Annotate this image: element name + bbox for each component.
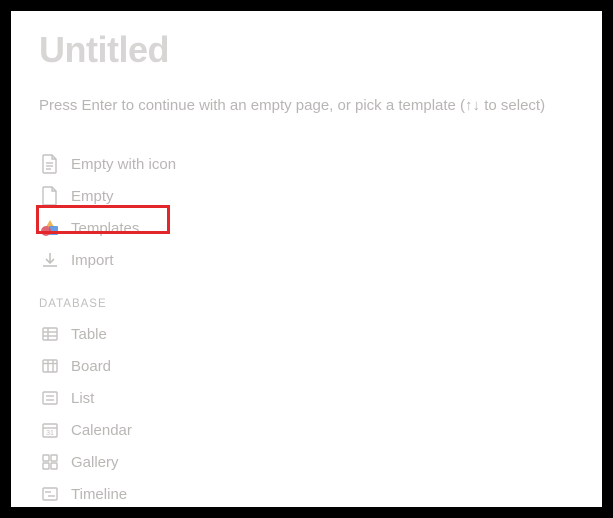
board-icon [39, 355, 61, 377]
page-icon [39, 185, 61, 207]
table-icon [39, 323, 61, 345]
page-frame: Untitled Press Enter to continue with an… [11, 11, 602, 507]
gallery-icon [39, 451, 61, 473]
database-table[interactable]: Table [39, 318, 574, 350]
database-gallery[interactable]: Gallery [39, 446, 574, 478]
option-label: Templates [71, 220, 139, 237]
calendar-icon: 31 [39, 419, 61, 441]
option-empty-with-icon[interactable]: Empty with icon [39, 148, 574, 180]
timeline-icon [39, 483, 61, 505]
option-import[interactable]: Import [39, 244, 574, 276]
option-label: Import [71, 252, 114, 269]
import-icon [39, 249, 61, 271]
option-empty[interactable]: Empty [39, 180, 574, 212]
option-label: Empty [71, 188, 114, 205]
database-board[interactable]: Board [39, 350, 574, 382]
option-label: Empty with icon [71, 156, 176, 173]
database-timeline[interactable]: Timeline [39, 478, 574, 510]
templates-icon [39, 217, 61, 239]
list-icon [39, 387, 61, 409]
database-label: Table [71, 326, 107, 343]
section-database-label: DATABASE [39, 298, 574, 310]
database-label: List [71, 390, 94, 407]
page-with-icon-icon [39, 153, 61, 175]
database-calendar[interactable]: 31 Calendar [39, 414, 574, 446]
empty-page-hint: Press Enter to continue with an empty pa… [39, 97, 574, 114]
database-label: Calendar [71, 422, 132, 439]
database-list[interactable]: List [39, 382, 574, 414]
database-label: Board [71, 358, 111, 375]
svg-text:31: 31 [46, 430, 54, 437]
option-templates[interactable]: Templates [39, 212, 574, 244]
database-label: Timeline [71, 486, 127, 503]
database-label: Gallery [71, 454, 119, 471]
page-title[interactable]: Untitled [39, 29, 574, 71]
